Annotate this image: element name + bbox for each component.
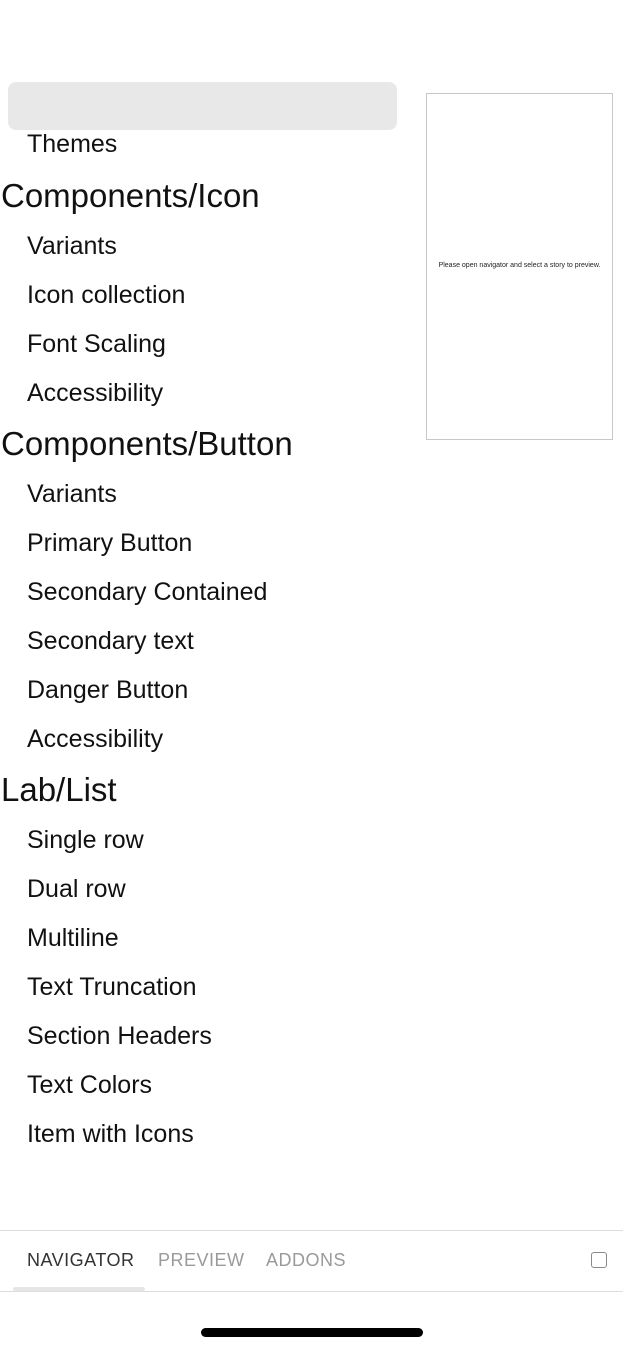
story-item[interactable]: Secondary Contained — [0, 568, 410, 617]
navigator-list[interactable]: Themes Components/Icon Variants Icon col… — [0, 124, 410, 1204]
story-item[interactable]: Accessibility — [0, 369, 410, 418]
square-outline-icon[interactable] — [591, 1252, 607, 1268]
group-title-lab-list[interactable]: Lab/List — [0, 764, 410, 816]
group-title-components-button[interactable]: Components/Button — [0, 418, 410, 470]
story-item[interactable]: Item with Icons — [0, 1110, 410, 1159]
active-tab-indicator — [13, 1287, 145, 1291]
story-item[interactable]: Multiline — [0, 914, 410, 963]
bottom-tab-bar: NAVIGATOR PREVIEW ADDONS — [0, 1230, 623, 1292]
story-item[interactable]: Single row — [0, 816, 410, 865]
group-title-components-icon[interactable]: Components/Icon — [0, 170, 410, 222]
tab-addons[interactable]: ADDONS — [266, 1231, 346, 1291]
story-item[interactable]: Secondary text — [0, 617, 410, 666]
tab-preview[interactable]: PREVIEW — [158, 1231, 245, 1291]
preview-empty-message: Please open navigator and select a story… — [438, 262, 601, 269]
story-item[interactable]: Variants — [0, 470, 410, 519]
story-item[interactable]: Danger Button — [0, 666, 410, 715]
story-item[interactable]: Section Headers — [0, 1012, 410, 1061]
home-indicator[interactable] — [201, 1328, 423, 1337]
story-item-themes[interactable]: Themes — [0, 124, 410, 170]
story-item[interactable]: Variants — [0, 222, 410, 271]
story-item[interactable]: Dual row — [0, 865, 410, 914]
search-input[interactable] — [8, 82, 397, 130]
story-item[interactable]: Text Truncation — [0, 963, 410, 1012]
story-item[interactable]: Icon collection — [0, 271, 410, 320]
storybook-screen: Themes Components/Icon Variants Icon col… — [0, 0, 623, 1350]
story-item[interactable]: Primary Button — [0, 519, 410, 568]
story-item[interactable]: Text Colors — [0, 1061, 410, 1110]
story-item[interactable]: Font Scaling — [0, 320, 410, 369]
story-preview-panel: Please open navigator and select a story… — [426, 93, 613, 440]
tab-navigator[interactable]: NAVIGATOR — [27, 1231, 135, 1291]
story-item[interactable]: Accessibility — [0, 715, 410, 764]
